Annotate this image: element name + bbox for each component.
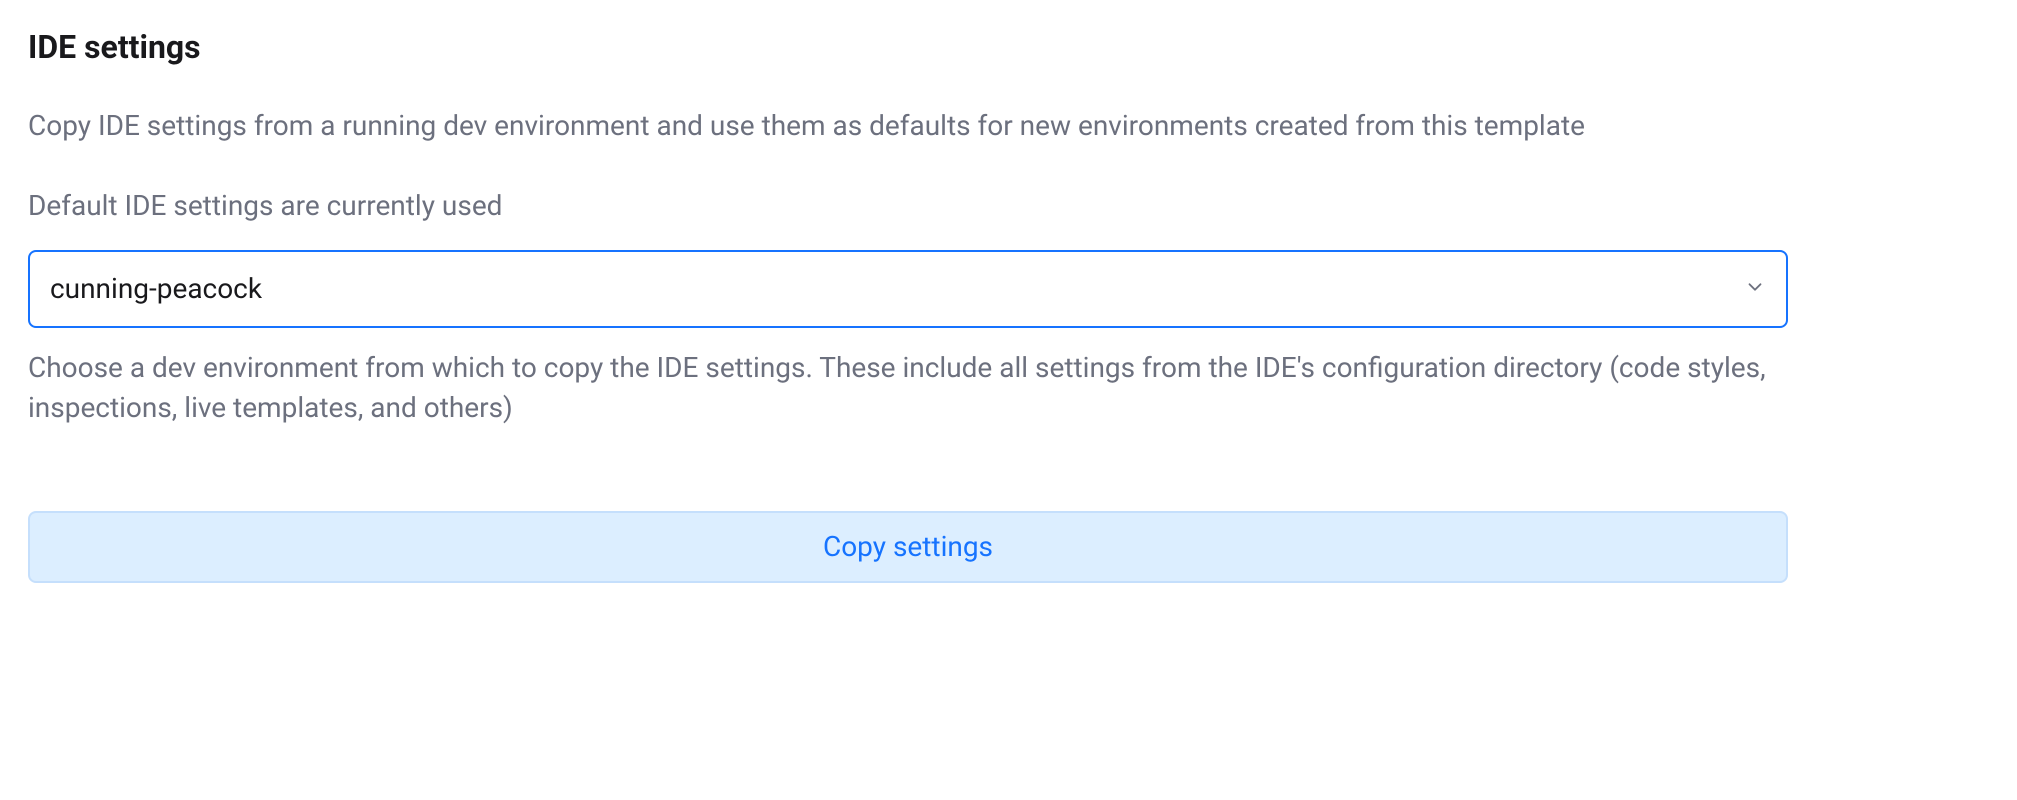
environment-input[interactable] — [28, 250, 1788, 328]
section-description: Copy IDE settings from a running dev env… — [28, 106, 1808, 147]
section-title: IDE settings — [28, 28, 1989, 66]
copy-settings-button[interactable]: Copy settings — [28, 511, 1788, 583]
environment-dropdown[interactable] — [28, 250, 1788, 328]
dropdown-help-text: Choose a dev environment from which to c… — [28, 348, 1788, 429]
default-settings-status: Default IDE settings are currently used — [28, 189, 1989, 222]
